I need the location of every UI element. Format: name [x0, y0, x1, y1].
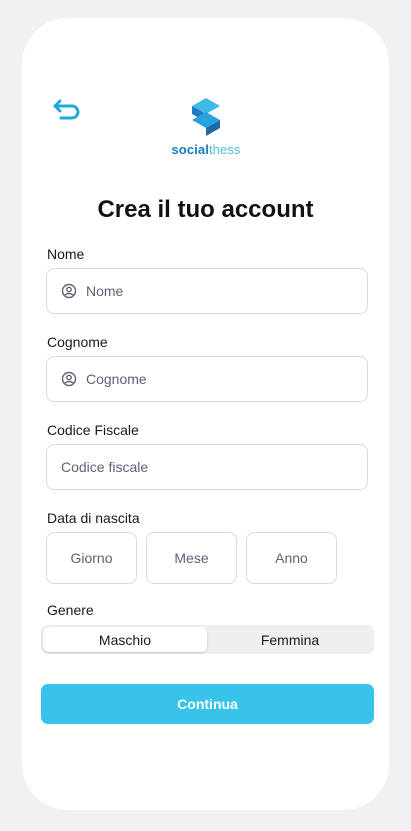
cognome-label: Cognome	[47, 334, 108, 350]
genere-label: Genere	[47, 602, 94, 618]
user-circle-icon	[61, 371, 77, 387]
nome-input[interactable]: Nome	[46, 268, 368, 314]
cognome-input[interactable]: Cognome	[46, 356, 368, 402]
cognome-placeholder: Cognome	[86, 371, 147, 387]
mese-placeholder: Mese	[174, 550, 209, 566]
anno-input[interactable]: Anno	[246, 532, 337, 584]
continua-button[interactable]: Continua	[41, 684, 374, 724]
mese-input[interactable]: Mese	[146, 532, 237, 584]
genere-option-maschio[interactable]: Maschio	[43, 627, 207, 652]
logo-word-thess: thess	[208, 142, 241, 157]
giorno-input[interactable]: Giorno	[46, 532, 137, 584]
back-button[interactable]	[52, 97, 82, 123]
nome-placeholder: Nome	[86, 283, 124, 299]
page-title: Crea il tuo account	[97, 196, 314, 223]
nome-label: Nome	[47, 246, 85, 262]
logo-wordmark: socialthess	[168, 142, 244, 157]
codice-fiscale-input[interactable]: Codice fiscale	[46, 444, 368, 490]
data-nascita-label: Data di nascita	[47, 510, 140, 526]
app-logo: socialthess	[168, 96, 244, 162]
socialthess-logo-icon	[192, 98, 220, 136]
codice-fiscale-label: Codice Fiscale	[47, 422, 139, 438]
genere-option-femmina[interactable]: Femmina	[208, 627, 372, 652]
giorno-placeholder: Giorno	[70, 550, 113, 566]
user-circle-icon	[61, 283, 77, 299]
genere-segmented-control: Maschio Femmina	[41, 625, 374, 654]
anno-placeholder: Anno	[275, 550, 308, 566]
codice-fiscale-placeholder: Codice fiscale	[61, 459, 149, 475]
logo-word-social: social	[171, 142, 209, 157]
back-arrow-icon	[53, 99, 80, 120]
